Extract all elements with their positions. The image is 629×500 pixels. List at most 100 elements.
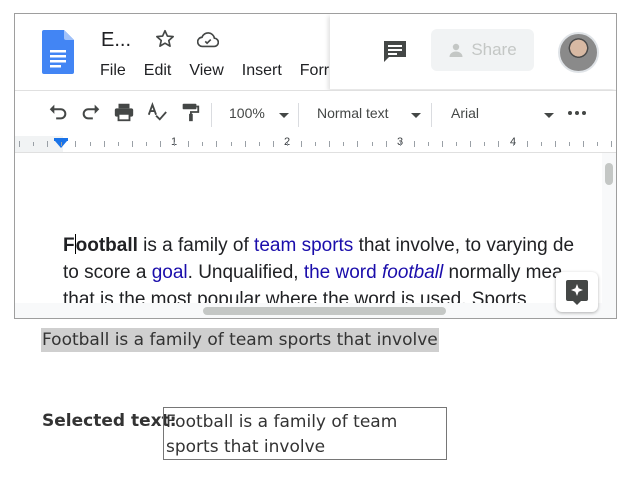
- menu-format[interactable]: Forr: [300, 62, 329, 80]
- toolbar-divider: [298, 103, 299, 127]
- toolbar-divider: [211, 103, 212, 127]
- link-italic-text: football: [381, 262, 444, 283]
- style-caret-icon[interactable]: [411, 113, 421, 118]
- text-run: . Unqualified,: [187, 262, 304, 283]
- ruler-tick: [47, 141, 49, 147]
- ruler-tick: [611, 141, 613, 147]
- paragraph-line-1: Football is a family of team sports that…: [63, 232, 574, 259]
- ruler-tick: [427, 142, 429, 146]
- style-select[interactable]: Normal text: [317, 105, 389, 121]
- vertical-scrollbar[interactable]: [602, 153, 616, 313]
- print-icon[interactable]: [113, 101, 135, 123]
- ruler-tick: [315, 142, 317, 146]
- zoom-select[interactable]: 100%: [229, 105, 265, 121]
- vertical-scroll-thumb[interactable]: [605, 163, 613, 185]
- text-run: that involve, to varying de: [353, 235, 575, 256]
- bold-first-letter: F: [63, 235, 75, 256]
- ruler-tick: [343, 142, 345, 146]
- selected-text-field[interactable]: Football is a family of team sports that…: [163, 407, 447, 460]
- ruler-tick: [286, 142, 288, 146]
- ruler-tick: [526, 141, 528, 147]
- star-icon[interactable]: [154, 28, 176, 50]
- ruler-tick: [456, 142, 458, 146]
- selected-text-label: Selected text:: [42, 411, 177, 431]
- font-caret-icon[interactable]: [544, 113, 554, 118]
- ruler[interactable]: 1 2 3 4: [15, 136, 616, 153]
- share-button[interactable]: Share: [431, 29, 534, 71]
- ruler-tick: [145, 142, 147, 146]
- text-run: normally mea: [443, 262, 563, 283]
- ruler-tick: [512, 142, 514, 146]
- explore-icon: [566, 280, 588, 305]
- ruler-tick: [258, 142, 260, 146]
- ruler-tick: [19, 141, 20, 147]
- document-body-text[interactable]: Football is a family of team sports that…: [63, 232, 574, 313]
- link-goal[interactable]: goal: [152, 262, 188, 283]
- text-run: to score a: [63, 262, 152, 283]
- account-avatar[interactable]: [558, 32, 599, 73]
- text-run: is a family of: [137, 235, 255, 256]
- zoom-caret-icon[interactable]: [279, 113, 289, 118]
- google-docs-window: E... File Edit View Insert Forr Share 10…: [14, 13, 617, 319]
- ruler-tick: [89, 142, 91, 146]
- link-text: the word: [303, 262, 382, 283]
- ruler-tick: [470, 141, 472, 147]
- menu-insert[interactable]: Insert: [242, 62, 282, 80]
- bold-word: ootball: [75, 235, 138, 256]
- ruler-tick: [244, 141, 246, 147]
- menu-bar: File Edit View Insert Forr: [100, 62, 347, 80]
- document-title[interactable]: E...: [101, 29, 131, 52]
- ruler-tick: [442, 141, 443, 147]
- ruler-tick: [188, 141, 190, 147]
- ruler-tick: [371, 142, 373, 146]
- spellcheck-icon[interactable]: [146, 101, 168, 123]
- link-the-word-football[interactable]: the word football: [304, 262, 443, 283]
- ruler-tick: [413, 141, 415, 147]
- menu-file[interactable]: File: [100, 62, 126, 80]
- horizontal-scrollbar[interactable]: [15, 303, 616, 318]
- font-select[interactable]: Arial: [451, 105, 479, 121]
- toolbar-divider: [431, 103, 432, 127]
- more-options-icon[interactable]: [566, 103, 588, 123]
- ruler-tick: [540, 142, 542, 146]
- ruler-tick: [202, 142, 204, 146]
- undo-icon[interactable]: [47, 101, 69, 123]
- ruler-tick: [117, 142, 119, 146]
- menu-edit[interactable]: Edit: [144, 62, 172, 80]
- ruler-tick: [399, 142, 401, 146]
- ruler-tick: [61, 142, 63, 146]
- google-docs-icon[interactable]: [42, 30, 74, 74]
- ruler-tick: [160, 141, 161, 147]
- paint-format-icon[interactable]: [179, 101, 201, 123]
- header-actions: Share: [330, 14, 616, 89]
- ruler-tick: [484, 142, 486, 146]
- toolbar: 100% Normal text Arial: [15, 90, 616, 137]
- ruler-tick: [131, 141, 133, 147]
- ruler-tick: [385, 141, 387, 147]
- ruler-tick: [230, 142, 232, 146]
- ruler-tick: [216, 141, 218, 147]
- ruler-tick: [103, 141, 105, 147]
- share-label: Share: [471, 40, 517, 59]
- person-icon: [449, 43, 463, 57]
- ruler-tick: [272, 141, 274, 147]
- ruler-tick: [498, 141, 500, 147]
- highlighted-selection-text: Football is a family of team sports that…: [41, 328, 439, 352]
- ruler-tick: [301, 141, 302, 147]
- menu-view[interactable]: View: [189, 62, 223, 80]
- ruler-tick: [568, 142, 570, 146]
- ruler-tick: [357, 141, 359, 147]
- cloud-saved-icon[interactable]: [197, 30, 219, 50]
- ruler-tick: [597, 142, 599, 146]
- comment-history-icon[interactable]: [382, 39, 408, 63]
- link-team-sports[interactable]: team sports: [254, 235, 353, 256]
- horizontal-scroll-thumb[interactable]: [203, 307, 446, 315]
- ruler-tick: [174, 142, 176, 146]
- explore-button[interactable]: [556, 272, 598, 312]
- paragraph-line-2: to score a goal. Unqualified, the word f…: [63, 259, 574, 286]
- ruler-tick: [583, 141, 584, 147]
- ruler-tick: [33, 142, 35, 146]
- ruler-tick: [329, 141, 331, 147]
- ruler-tick: [75, 141, 77, 147]
- redo-icon[interactable]: [80, 101, 102, 123]
